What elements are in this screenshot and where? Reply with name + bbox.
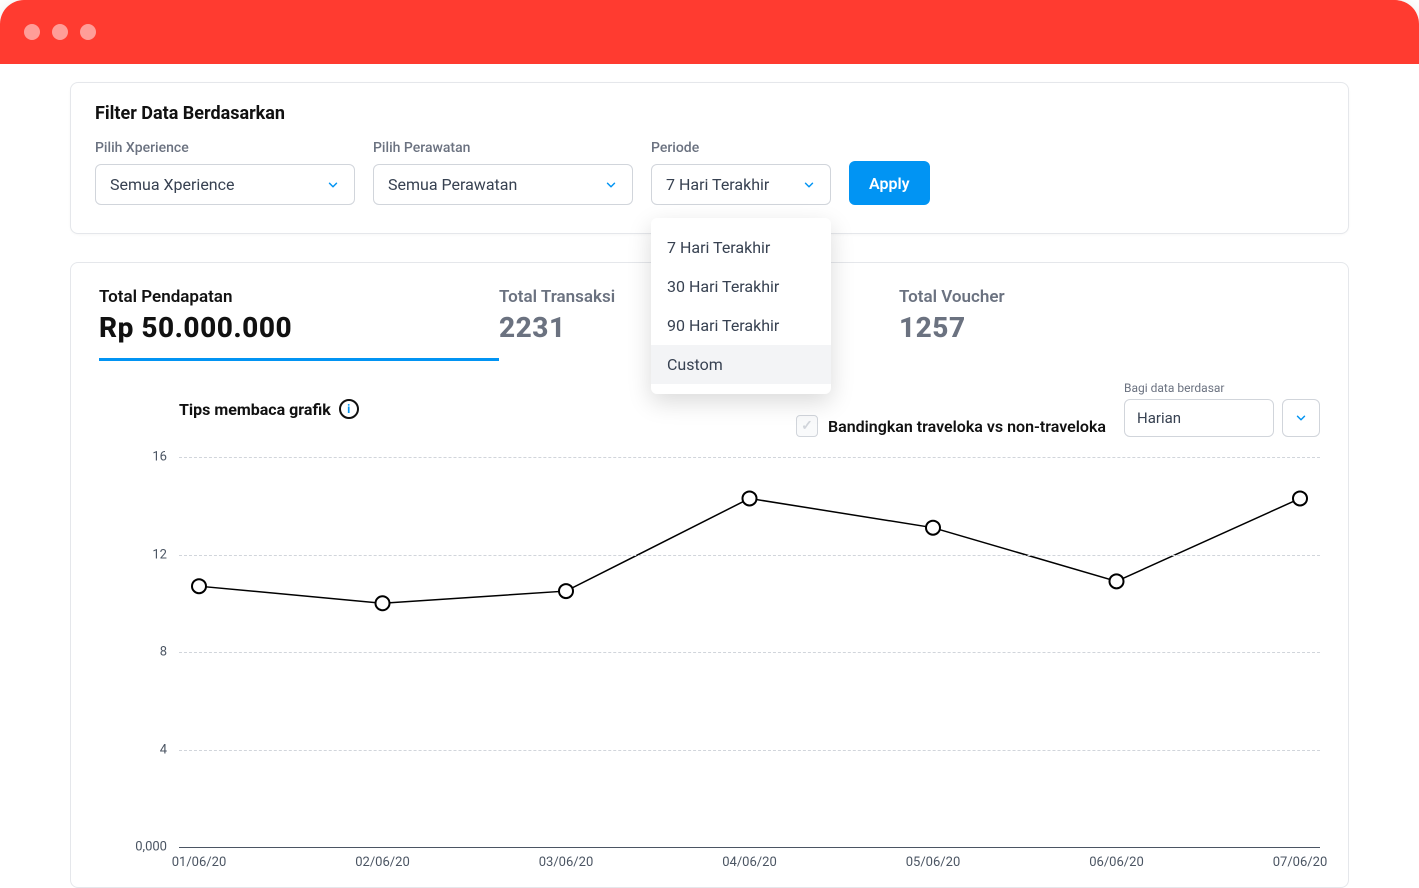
period-select-value: 7 Hari Terakhir (666, 175, 769, 194)
compare-checkbox[interactable]: ✓ (796, 415, 818, 437)
chart-point[interactable] (376, 596, 390, 610)
page-content: Filter Data Berdasarkan Pilih Xperience … (0, 82, 1419, 888)
x-tick-label: 06/06/20 (1089, 855, 1144, 870)
chevron-down-icon (326, 178, 340, 192)
x-tick-label: 02/06/20 (355, 855, 410, 870)
filter-title: Filter Data Berdasarkan (95, 103, 1324, 124)
chart-wrapper: 0,000481216 01/06/2002/06/2003/06/2004/0… (99, 457, 1320, 887)
treatment-select-value: Semua Perawatan (388, 175, 517, 194)
tips-row: Tips membaca grafik i (179, 399, 359, 419)
info-icon[interactable]: i (339, 399, 359, 419)
groupby-control: Bagi data berdasar Harian (1124, 381, 1320, 437)
grid-line (179, 652, 1320, 653)
filter-card: Filter Data Berdasarkan Pilih Xperience … (70, 82, 1349, 234)
period-option-90[interactable]: 90 Hari Terakhir (651, 306, 831, 345)
filter-row: Pilih Xperience Semua Xperience Pilih Pe… (95, 140, 1324, 205)
filter-treatment: Pilih Perawatan Semua Perawatan (373, 140, 633, 205)
y-tick-label: 8 (160, 645, 167, 660)
groupby-label: Bagi data berdasar (1124, 381, 1320, 395)
chart-point[interactable] (1110, 574, 1124, 588)
chart-area: Tips membaca grafik i ✓ Bandingkan trave… (71, 361, 1348, 887)
app-window: Filter Data Berdasarkan Pilih Xperience … (0, 0, 1419, 888)
window-control-minimize[interactable] (52, 24, 68, 40)
tab-voucher[interactable]: Total Voucher 1257 (899, 287, 1299, 361)
period-option-30[interactable]: 30 Hari Terakhir (651, 267, 831, 306)
period-option-7[interactable]: 7 Hari Terakhir (651, 228, 831, 267)
chart-point[interactable] (1293, 491, 1307, 505)
compare-label: Bandingkan traveloka vs non-traveloka (828, 417, 1106, 436)
tab-voucher-label: Total Voucher (899, 287, 1299, 307)
x-tick-label: 07/06/20 (1273, 855, 1328, 870)
chevron-down-icon (1294, 411, 1308, 425)
filter-period-label: Periode (651, 140, 831, 156)
chart-point[interactable] (926, 521, 940, 535)
tab-revenue-label: Total Pendapatan (99, 287, 499, 307)
groupby-dropdown-button[interactable] (1282, 399, 1320, 437)
treatment-select[interactable]: Semua Perawatan (373, 164, 633, 205)
x-tick-label: 03/06/20 (539, 855, 594, 870)
x-tick-label: 05/06/20 (906, 855, 961, 870)
chart-point[interactable] (559, 584, 573, 598)
chevron-down-icon (802, 178, 816, 192)
grid-line (179, 457, 1320, 458)
chart-point[interactable] (743, 491, 757, 505)
groupby-select[interactable]: Harian (1124, 399, 1274, 437)
y-tick-label: 0,000 (135, 840, 167, 855)
x-tick-label: 04/06/20 (722, 855, 777, 870)
chart-point[interactable] (192, 579, 206, 593)
chevron-down-icon (604, 178, 618, 192)
apply-button[interactable]: Apply (849, 161, 930, 205)
period-option-custom[interactable]: Custom (651, 345, 831, 384)
filter-xperience-label: Pilih Xperience (95, 140, 355, 156)
groupby-value: Harian (1137, 409, 1181, 427)
x-tick-label: 01/06/20 (172, 855, 227, 870)
compare-toggle[interactable]: ✓ Bandingkan traveloka vs non-traveloka (796, 415, 1106, 437)
window-titlebar (0, 0, 1419, 64)
chart-line (199, 498, 1300, 603)
grid-line (179, 750, 1320, 751)
period-select[interactable]: 7 Hari Terakhir (651, 164, 831, 205)
tab-voucher-value: 1257 (899, 311, 1299, 344)
xperience-select[interactable]: Semua Xperience (95, 164, 355, 205)
xperience-select-value: Semua Xperience (110, 175, 235, 194)
window-control-maximize[interactable] (80, 24, 96, 40)
filter-treatment-label: Pilih Perawatan (373, 140, 633, 156)
filter-xperience: Pilih Xperience Semua Xperience (95, 140, 355, 205)
tab-revenue[interactable]: Total Pendapatan Rp 50.000.000 (99, 287, 499, 361)
filter-period: Periode 7 Hari Terakhir 7 Hari Terakhir … (651, 140, 831, 205)
plot-area (179, 457, 1320, 847)
window-control-close[interactable] (24, 24, 40, 40)
y-tick-label: 4 (160, 742, 167, 757)
period-dropdown: 7 Hari Terakhir 30 Hari Terakhir 90 Hari… (651, 218, 831, 394)
y-axis: 0,000481216 (99, 457, 175, 847)
y-tick-label: 12 (152, 547, 167, 562)
grid-line (179, 555, 1320, 556)
x-axis: 01/06/2002/06/2003/06/2004/06/2005/06/20… (179, 847, 1320, 887)
check-icon: ✓ (801, 418, 813, 434)
chart-right-controls: ✓ Bandingkan traveloka vs non-traveloka … (796, 381, 1320, 437)
tab-revenue-value: Rp 50.000.000 (99, 311, 499, 344)
tips-label: Tips membaca grafik (179, 400, 331, 419)
y-tick-label: 16 (152, 450, 167, 465)
